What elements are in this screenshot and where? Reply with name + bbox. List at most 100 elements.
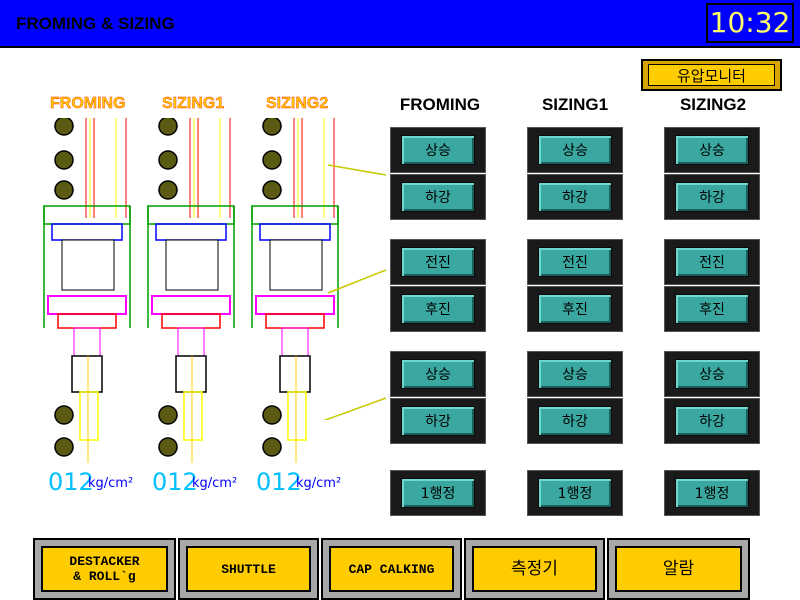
button-label: 상승 xyxy=(401,359,475,389)
indicator-lamp xyxy=(54,180,74,200)
froming-backward-button[interactable]: 후진 xyxy=(390,286,486,332)
sizing2-down-button[interactable]: 하강 xyxy=(664,174,760,220)
nav-shuttle-button[interactable]: SHUTTLE xyxy=(178,538,319,600)
column-header-sizing2: SIZING2 xyxy=(679,95,747,114)
button-label: 하강 xyxy=(401,182,475,212)
cylinder-body xyxy=(165,239,219,291)
pressure-unit: kg/cm² xyxy=(192,476,238,491)
nav-label-text: 알람 xyxy=(662,558,695,579)
pressure-readout-sizing1: 012 kg/cm² xyxy=(152,468,256,498)
title-bar: FROMING & SIZING 10:32 xyxy=(0,0,800,48)
sizing1-up2-button[interactable]: 상승 xyxy=(527,351,623,397)
nav-label-text: DESTACKER & ROLL`g xyxy=(69,554,140,584)
indicator-lamp xyxy=(262,405,282,425)
button-label: 상승 xyxy=(538,359,612,389)
indicator-lamp xyxy=(158,405,178,425)
nav-alarm-button[interactable]: 알람 xyxy=(607,538,750,600)
button-label: 하강 xyxy=(401,406,475,436)
column-header-froming: FROMING xyxy=(399,95,481,114)
pressure-readout-froming: 012 kg/cm² xyxy=(48,468,152,498)
sizing1-single-stroke-button[interactable]: 1행정 xyxy=(527,470,623,516)
button-label: 후진 xyxy=(675,294,749,324)
diagram-label-sizing2: SIZING2 xyxy=(266,95,329,112)
diagram-label-sizing1: SIZING1 xyxy=(162,95,225,112)
sizing2-up2-button[interactable]: 상승 xyxy=(664,351,760,397)
machine-diagram-froming xyxy=(43,118,131,463)
shaft-block xyxy=(281,327,309,357)
lower-ram xyxy=(183,391,203,441)
nav-label-text: 측정기 xyxy=(511,558,558,579)
hydraulic-monitor-button[interactable]: 유압모니터 xyxy=(641,59,782,91)
indicator-lamp xyxy=(54,437,74,457)
nav-destacker-button[interactable]: DESTACKER & ROLL`g xyxy=(33,538,176,600)
froming-up2-button[interactable]: 상승 xyxy=(390,351,486,397)
indicator-lamp xyxy=(54,150,74,170)
die-block xyxy=(151,295,231,315)
indicator-lamp xyxy=(158,180,178,200)
nav-gauge-button[interactable]: 측정기 xyxy=(464,538,605,600)
indicator-lamp xyxy=(262,180,282,200)
nav-button-label: 측정기 xyxy=(472,546,597,592)
button-label: 전진 xyxy=(401,247,475,277)
button-label: 하강 xyxy=(675,406,749,436)
press-head xyxy=(155,223,227,241)
froming-down-button[interactable]: 하강 xyxy=(390,174,486,220)
sizing2-forward-button[interactable]: 전진 xyxy=(664,239,760,285)
button-label: 1행정 xyxy=(675,478,749,508)
froming-up-button[interactable]: 상승 xyxy=(390,127,486,173)
pressure-readout-sizing2: 012 kg/cm² xyxy=(256,468,360,498)
sizing1-up-button[interactable]: 상승 xyxy=(527,127,623,173)
button-label: 하강 xyxy=(538,406,612,436)
button-label: 후진 xyxy=(401,294,475,324)
sizing2-up-button[interactable]: 상승 xyxy=(664,127,760,173)
button-label: 후진 xyxy=(538,294,612,324)
sizing1-down2-button[interactable]: 하강 xyxy=(527,398,623,444)
sizing1-forward-button[interactable]: 전진 xyxy=(527,239,623,285)
lower-cylinder xyxy=(279,355,311,393)
froming-forward-button[interactable]: 전진 xyxy=(390,239,486,285)
leader-lines xyxy=(323,164,387,420)
nav-button-label: 알람 xyxy=(615,546,742,592)
pressure-value: 012 xyxy=(48,468,94,496)
sizing1-backward-button[interactable]: 후진 xyxy=(527,286,623,332)
sizing2-down2-button[interactable]: 하강 xyxy=(664,398,760,444)
sizing1-down-button[interactable]: 하강 xyxy=(527,174,623,220)
pressure-value: 012 xyxy=(152,468,198,496)
nav-label-text: CAP CALKING xyxy=(348,561,435,577)
button-label: 하강 xyxy=(675,182,749,212)
froming-down2-button[interactable]: 하강 xyxy=(390,398,486,444)
pressure-unit: kg/cm² xyxy=(88,476,134,491)
indicator-lamp xyxy=(158,437,178,457)
nav-button-label: DESTACKER & ROLL`g xyxy=(41,546,168,592)
lower-cylinder xyxy=(175,355,207,393)
die-base xyxy=(161,313,221,329)
cylinder-body xyxy=(269,239,323,291)
diagram-label-froming: FROMING xyxy=(50,95,126,112)
button-label: 상승 xyxy=(538,135,612,165)
column-header-sizing1: SIZING1 xyxy=(541,95,609,114)
clock-display: 10:32 xyxy=(706,3,794,43)
cylinder-body xyxy=(61,239,115,291)
hydraulic-monitor-label: 유압모니터 xyxy=(648,64,775,86)
pressure-value: 012 xyxy=(256,468,302,496)
indicator-lamp xyxy=(262,150,282,170)
shaft-block xyxy=(73,327,101,357)
indicator-lamp xyxy=(158,118,178,136)
button-label: 상승 xyxy=(675,359,749,389)
press-head xyxy=(51,223,123,241)
die-base xyxy=(265,313,325,329)
die-base xyxy=(57,313,117,329)
froming-single-stroke-button[interactable]: 1행정 xyxy=(390,470,486,516)
indicator-lamp xyxy=(54,405,74,425)
sizing2-backward-button[interactable]: 후진 xyxy=(664,286,760,332)
button-label: 전진 xyxy=(675,247,749,277)
button-label: 1행정 xyxy=(401,478,475,508)
lower-cylinder xyxy=(71,355,103,393)
nav-button-label: CAP CALKING xyxy=(329,546,454,592)
nav-label-text: SHUTTLE xyxy=(221,561,276,577)
die-block xyxy=(47,295,127,315)
nav-cap-calking-button[interactable]: CAP CALKING xyxy=(321,538,462,600)
sizing2-single-stroke-button[interactable]: 1행정 xyxy=(664,470,760,516)
button-label: 상승 xyxy=(401,135,475,165)
lower-ram xyxy=(79,391,99,441)
